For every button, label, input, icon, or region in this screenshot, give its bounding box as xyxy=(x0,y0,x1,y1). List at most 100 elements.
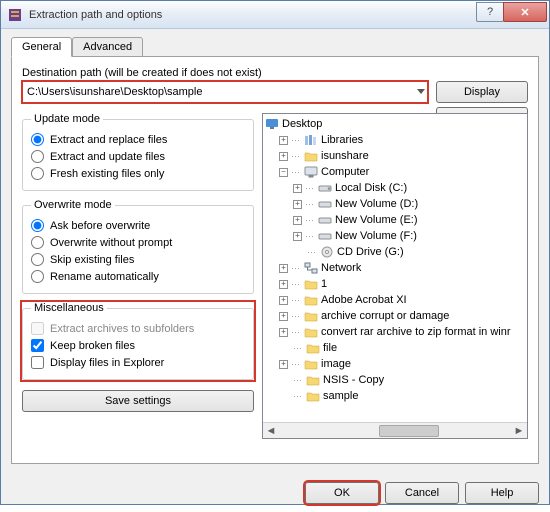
radio-overwrite-noprompt[interactable] xyxy=(31,236,44,249)
drive-icon xyxy=(318,229,332,243)
content-area: General Advanced Destination path (will … xyxy=(1,29,549,474)
network-icon xyxy=(304,261,318,275)
tree-local-c[interactable]: Local Disk (C:) xyxy=(335,182,407,194)
radio-fresh-only[interactable] xyxy=(31,167,44,180)
dialog-window: Extraction path and options ? General Ad… xyxy=(0,0,550,505)
folder-icon xyxy=(306,341,320,355)
ok-button[interactable]: OK xyxy=(305,482,379,504)
destination-value: C:\Users\isunshare\Desktop\sample xyxy=(27,86,202,98)
radio-ask-before[interactable] xyxy=(31,219,44,232)
tree-nsis[interactable]: NSIS - Copy xyxy=(323,374,384,386)
expander-icon[interactable]: + xyxy=(279,136,288,145)
misc-highlight: Miscellaneous Extract archives to subfol… xyxy=(22,302,254,380)
tree-isunshare[interactable]: isunshare xyxy=(321,150,369,162)
help-button[interactable]: Help xyxy=(465,482,539,504)
tree-image[interactable]: image xyxy=(321,358,351,370)
expander-icon[interactable]: + xyxy=(279,280,288,289)
expander-icon[interactable]: + xyxy=(279,328,288,337)
radio-skip-existing[interactable] xyxy=(31,253,44,266)
misc-legend: Miscellaneous xyxy=(31,302,107,314)
tab-advanced[interactable]: Advanced xyxy=(72,37,143,57)
tree-1[interactable]: 1 xyxy=(321,278,327,290)
opt-overwrite-noprompt[interactable]: Overwrite without prompt xyxy=(31,234,245,251)
expander-icon[interactable]: + xyxy=(279,360,288,369)
expander-icon[interactable]: + xyxy=(293,184,302,193)
tree-vol-f[interactable]: New Volume (F:) xyxy=(335,230,417,242)
folder-icon xyxy=(306,373,320,387)
cd-icon xyxy=(320,245,334,259)
tab-strip: General Advanced xyxy=(11,37,539,57)
folder-icon xyxy=(304,309,318,323)
window-controls: ? xyxy=(477,2,547,22)
opt-fresh-only[interactable]: Fresh existing files only xyxy=(31,165,245,182)
folder-tree-panel: Desktop +⋯Libraries +⋯isunshare −⋯Comput… xyxy=(262,113,528,439)
destination-combo[interactable]: C:\Users\isunshare\Desktop\sample xyxy=(22,81,428,103)
dialog-footer: OK Cancel Help xyxy=(1,474,549,512)
check-keep-broken[interactable] xyxy=(31,339,44,352)
left-column: Update mode Extract and replace files Ex… xyxy=(22,113,254,439)
scroll-right-icon[interactable]: ► xyxy=(511,423,527,439)
main-row: Update mode Extract and replace files Ex… xyxy=(22,113,528,439)
opt-keep-broken[interactable]: Keep broken files xyxy=(31,337,245,354)
opt-extract-update[interactable]: Extract and update files xyxy=(31,148,245,165)
tree-sample[interactable]: sample xyxy=(323,390,358,402)
radio-extract-replace[interactable] xyxy=(31,133,44,146)
radio-extract-update[interactable] xyxy=(31,150,44,163)
opt-extract-replace[interactable]: Extract and replace files xyxy=(31,131,245,148)
drive-icon xyxy=(318,213,332,227)
tree-desktop[interactable]: Desktop xyxy=(282,118,322,130)
update-mode-legend: Update mode xyxy=(31,113,103,125)
save-row: Save settings xyxy=(22,390,254,412)
expander-icon[interactable]: + xyxy=(293,216,302,225)
tree-vol-d[interactable]: New Volume (D:) xyxy=(335,198,418,210)
tree-convert[interactable]: convert rar archive to zip format in win… xyxy=(321,326,511,338)
desktop-icon xyxy=(265,117,279,131)
destination-label: Destination path (will be created if doe… xyxy=(22,67,528,79)
expander-icon[interactable]: + xyxy=(279,312,288,321)
horizontal-scrollbar[interactable]: ◄ ► xyxy=(263,422,527,438)
help-button-titlebar[interactable]: ? xyxy=(476,2,504,22)
radio-rename-auto[interactable] xyxy=(31,270,44,283)
tree-vol-e[interactable]: New Volume (E:) xyxy=(335,214,418,226)
tree-cd-g[interactable]: CD Drive (G:) xyxy=(337,246,404,258)
overwrite-mode-legend: Overwrite mode xyxy=(31,199,115,211)
scroll-left-icon[interactable]: ◄ xyxy=(263,423,279,439)
tree-file[interactable]: file xyxy=(323,342,337,354)
tree-network[interactable]: Network xyxy=(321,262,361,274)
folder-icon xyxy=(304,149,318,163)
display-button[interactable]: Display xyxy=(436,81,528,103)
tree-archive-corrupt[interactable]: archive corrupt or damage xyxy=(321,310,449,322)
miscellaneous-group: Miscellaneous Extract archives to subfol… xyxy=(22,302,254,380)
opt-ask-before[interactable]: Ask before overwrite xyxy=(31,217,245,234)
opt-skip-existing[interactable]: Skip existing files xyxy=(31,251,245,268)
right-buttons: Display xyxy=(436,81,528,103)
close-button[interactable] xyxy=(503,2,547,22)
tab-general[interactable]: General xyxy=(11,37,72,57)
expander-icon[interactable]: − xyxy=(279,168,288,177)
expander-icon[interactable]: + xyxy=(293,232,302,241)
folder-icon xyxy=(304,357,318,371)
overwrite-mode-group: Overwrite mode Ask before overwrite Over… xyxy=(22,199,254,294)
scroll-thumb[interactable] xyxy=(379,425,439,437)
opt-rename-auto[interactable]: Rename automatically xyxy=(31,268,245,285)
tree-computer[interactable]: Computer xyxy=(321,166,369,178)
titlebar: Extraction path and options ? xyxy=(1,1,549,29)
folder-tree[interactable]: Desktop +⋯Libraries +⋯isunshare −⋯Comput… xyxy=(263,114,527,422)
destination-row: C:\Users\isunshare\Desktop\sample Displa… xyxy=(22,81,528,103)
cancel-button[interactable]: Cancel xyxy=(385,482,459,504)
drive-icon xyxy=(318,197,332,211)
computer-icon xyxy=(304,165,318,179)
expander-icon[interactable]: + xyxy=(293,200,302,209)
check-display-explorer[interactable] xyxy=(31,356,44,369)
opt-display-explorer[interactable]: Display files in Explorer xyxy=(31,354,245,371)
expander-icon[interactable]: + xyxy=(279,264,288,273)
chevron-down-icon xyxy=(417,89,425,95)
libraries-icon xyxy=(304,133,318,147)
window-title: Extraction path and options xyxy=(29,9,477,21)
tree-libraries[interactable]: Libraries xyxy=(321,134,363,146)
expander-icon[interactable]: + xyxy=(279,152,288,161)
save-settings-button[interactable]: Save settings xyxy=(22,390,254,412)
expander-icon[interactable]: + xyxy=(279,296,288,305)
tree-acrobat[interactable]: Adobe Acrobat XI xyxy=(321,294,407,306)
check-extract-subfolders xyxy=(31,322,44,335)
